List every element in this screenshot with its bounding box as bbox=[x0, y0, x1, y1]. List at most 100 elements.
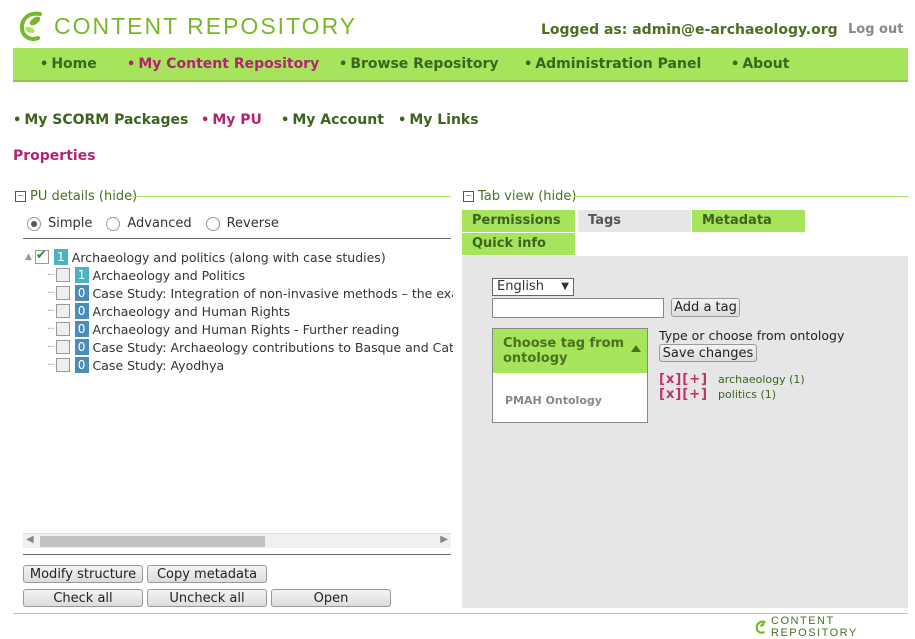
footer-logo-text: CONTENT REPOSITORY bbox=[771, 615, 858, 639]
divider bbox=[133, 196, 451, 197]
nav-my-content-repository-label: My Content Repository bbox=[138, 56, 320, 72]
tree-checkbox[interactable] bbox=[55, 304, 70, 318]
subnav-my-scorm-packages[interactable]: • My SCORM Packages bbox=[13, 112, 188, 128]
nav-my-content-repository[interactable]: • My Content Repository bbox=[127, 56, 319, 72]
pu-details-title[interactable]: PU details (hide) bbox=[30, 189, 137, 204]
tree-badge: 0 bbox=[74, 357, 89, 373]
ontology-chooser[interactable]: Choose tag from ontology PMAH Ontology bbox=[492, 328, 648, 423]
subnav-my-links-label: My Links bbox=[409, 112, 479, 128]
tree-item[interactable]: ··· 0 Archaeology and Human Rights bbox=[47, 302, 290, 320]
bullet-icon: • bbox=[13, 113, 22, 128]
bullet-icon: • bbox=[524, 57, 533, 72]
tree-item-label[interactable]: Archaeology and Human Rights bbox=[93, 304, 291, 319]
tag-input[interactable] bbox=[492, 298, 664, 318]
radio-advanced[interactable] bbox=[106, 216, 121, 231]
tree-expander-icon[interactable]: ▲· bbox=[25, 252, 34, 262]
collapse-caret-icon[interactable] bbox=[631, 345, 641, 352]
nav-about[interactable]: • About bbox=[731, 56, 789, 72]
bullet-icon: • bbox=[127, 57, 136, 72]
radio-simple[interactable] bbox=[27, 216, 41, 231]
collapse-icon[interactable]: − bbox=[15, 191, 26, 202]
tree-connector-icon: ··· bbox=[47, 341, 54, 353]
tree-item[interactable]: ··· 0 Archaeology and Human Rights - Fur… bbox=[47, 320, 399, 338]
tree-item-label[interactable]: Case Study: Ayodhya bbox=[93, 358, 225, 373]
scroll-left-icon[interactable]: ◀ bbox=[26, 534, 34, 545]
tab-quick-info[interactable]: Quick info bbox=[462, 233, 575, 255]
scroll-right-icon[interactable]: ▶ bbox=[440, 534, 448, 545]
divider bbox=[574, 196, 908, 197]
radio-advanced-label[interactable]: Advanced bbox=[127, 216, 191, 231]
tree-connector-icon: ··· bbox=[47, 305, 54, 317]
tree-checkbox[interactable] bbox=[55, 358, 70, 372]
tree-checkbox[interactable] bbox=[55, 268, 70, 282]
tag-item: [x][+] politics (1) bbox=[659, 387, 776, 402]
modify-structure-button[interactable]: Modify structure bbox=[23, 565, 143, 583]
page-title: Properties bbox=[13, 148, 96, 164]
tree-badge: 0 bbox=[74, 321, 89, 337]
tab-tags[interactable]: Tags bbox=[578, 210, 691, 232]
tree-badge: 0 bbox=[74, 285, 89, 301]
tree-root-item[interactable]: ▲· 1 Archaeology and politics (along wit… bbox=[25, 248, 386, 266]
tree-horizontal-scrollbar[interactable]: ◀ ▶ bbox=[23, 533, 451, 548]
pu-tree: ▲· 1 Archaeology and politics (along wit… bbox=[25, 248, 453, 528]
tree-item[interactable]: ··· 0 Case Study: Archaeology contributi… bbox=[47, 338, 453, 356]
chooser-title: Choose tag from ontology bbox=[503, 336, 625, 366]
tree-item-label[interactable]: Archaeology and Human Rights - Further r… bbox=[93, 322, 400, 337]
tree-item[interactable]: ··· 0 Case Study: Integration of non-inv… bbox=[47, 284, 453, 302]
tree-item[interactable]: ··· 1 Archaeology and Politics bbox=[47, 266, 245, 284]
nav-about-label: About bbox=[742, 56, 790, 72]
tree-badge: 1 bbox=[53, 249, 68, 265]
tree-badge: 0 bbox=[74, 339, 89, 355]
uncheck-all-button[interactable]: Uncheck all bbox=[147, 589, 267, 607]
radio-reverse[interactable] bbox=[205, 216, 220, 231]
radio-simple-label[interactable]: Simple bbox=[48, 216, 92, 231]
subnav-my-account[interactable]: • My Account bbox=[281, 112, 384, 128]
nav-home[interactable]: • Home bbox=[40, 56, 97, 72]
scrollbar-thumb[interactable] bbox=[40, 536, 265, 547]
tab-metadata[interactable]: Metadata bbox=[692, 210, 805, 232]
chooser-header[interactable]: Choose tag from ontology bbox=[493, 329, 647, 373]
tab-view-title[interactable]: Tab view (hide) bbox=[478, 189, 576, 204]
tag-hint-text: Type or choose from ontology bbox=[659, 328, 845, 343]
tree-connector-icon: ··· bbox=[47, 323, 54, 335]
tab-view-header[interactable]: − Tab view (hide) bbox=[463, 189, 576, 204]
pu-details-header[interactable]: − PU details (hide) bbox=[15, 189, 137, 204]
subnav-my-pu-label: My PU bbox=[212, 112, 262, 128]
tab-permissions[interactable]: Permissions bbox=[462, 210, 575, 232]
divider bbox=[23, 554, 451, 555]
logout-link[interactable]: Log out bbox=[848, 22, 903, 37]
subnav-my-pu[interactable]: • My PU bbox=[201, 112, 262, 128]
logo-text: CONTENT REPOSITORY bbox=[54, 12, 358, 39]
tree-checkbox[interactable] bbox=[55, 340, 70, 354]
tree-item-label[interactable]: Case Study: Archaeology contributions to… bbox=[93, 340, 453, 355]
tree-item-label[interactable]: Case Study: Integration of non-invasive … bbox=[93, 286, 453, 301]
view-mode-radios: Simple Advanced Reverse bbox=[27, 216, 293, 231]
site-logo[interactable]: CONTENT REPOSITORY bbox=[18, 8, 357, 44]
open-button[interactable]: Open bbox=[271, 589, 391, 607]
tag-remove-add-controls[interactable]: [x][+] bbox=[659, 387, 708, 402]
tree-connector-icon: ··· bbox=[47, 269, 54, 281]
tree-checkbox[interactable] bbox=[55, 322, 70, 336]
tag-remove-add-controls[interactable]: [x][+] bbox=[659, 372, 708, 387]
nav-administration-panel[interactable]: • Administration Panel bbox=[524, 56, 701, 72]
tag-item: [x][+] archaeology (1) bbox=[659, 372, 805, 387]
ontology-item[interactable]: PMAH Ontology bbox=[505, 394, 602, 407]
language-select[interactable]: English ▼ bbox=[492, 278, 574, 296]
nav-browse-repository[interactable]: • Browse Repository bbox=[339, 56, 499, 72]
subnav-my-links[interactable]: • My Links bbox=[398, 112, 479, 128]
radio-reverse-label[interactable]: Reverse bbox=[227, 216, 279, 231]
check-all-button[interactable]: Check all bbox=[23, 589, 143, 607]
tree-checkbox[interactable] bbox=[55, 286, 70, 300]
save-changes-button[interactable]: Save changes bbox=[659, 344, 757, 362]
tag-label: archaeology (1) bbox=[718, 373, 805, 386]
tree-item-label[interactable]: Archaeology and politics (along with cas… bbox=[72, 250, 386, 265]
bullet-icon: • bbox=[201, 113, 210, 128]
copy-metadata-button[interactable]: Copy metadata bbox=[147, 565, 267, 583]
add-tag-button[interactable]: Add a tag bbox=[671, 298, 740, 317]
tree-connector-icon: ··· bbox=[47, 287, 54, 299]
language-select-value: English bbox=[497, 279, 544, 294]
tree-checkbox[interactable] bbox=[34, 248, 49, 264]
tree-item-label[interactable]: Archaeology and Politics bbox=[93, 268, 246, 283]
collapse-icon[interactable]: − bbox=[463, 191, 474, 202]
tree-item[interactable]: ··· 0 Case Study: Ayodhya bbox=[47, 356, 224, 374]
